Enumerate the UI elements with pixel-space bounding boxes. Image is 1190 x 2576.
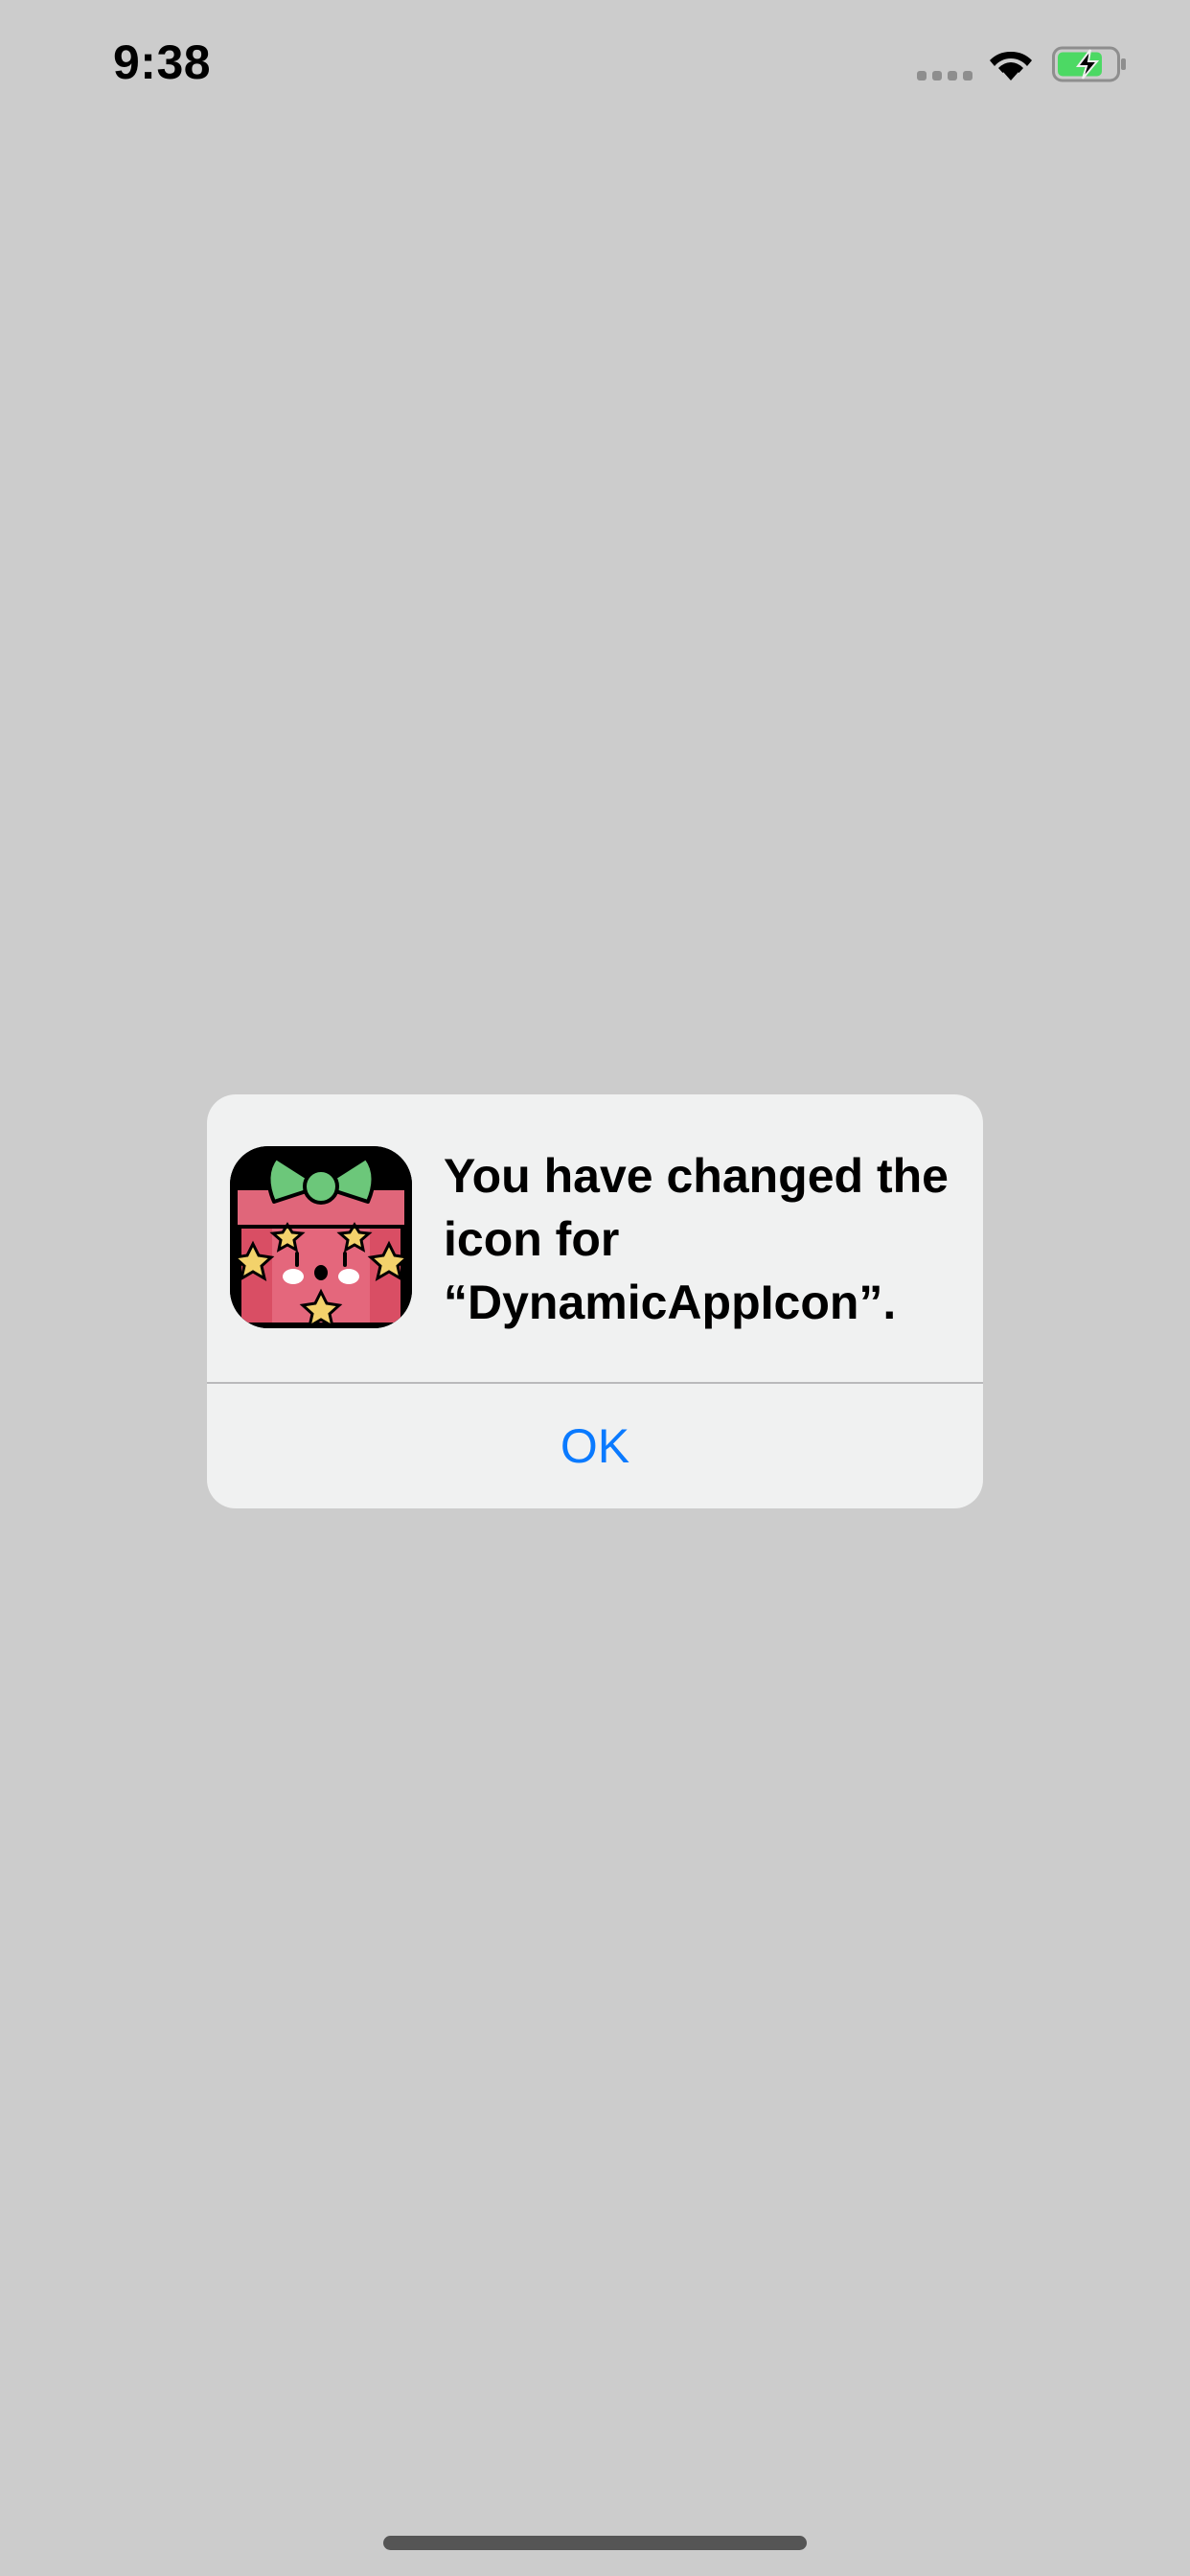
status-bar: 9:38 bbox=[0, 0, 1190, 125]
cellular-signal-icon bbox=[917, 71, 973, 80]
home-indicator[interactable] bbox=[383, 2536, 807, 2550]
ok-button[interactable]: OK bbox=[207, 1384, 983, 1508]
gift-box-app-icon bbox=[230, 1146, 412, 1328]
wifi-icon bbox=[990, 51, 1032, 80]
alert-body: You have changed the icon for “DynamicAp… bbox=[207, 1094, 983, 1382]
alert-dialog: You have changed the icon for “DynamicAp… bbox=[207, 1094, 983, 1508]
status-time: 9:38 bbox=[113, 35, 212, 89]
battery-charging-icon bbox=[1052, 46, 1126, 82]
alert-message: You have changed the icon for “DynamicAp… bbox=[444, 1149, 949, 1329]
